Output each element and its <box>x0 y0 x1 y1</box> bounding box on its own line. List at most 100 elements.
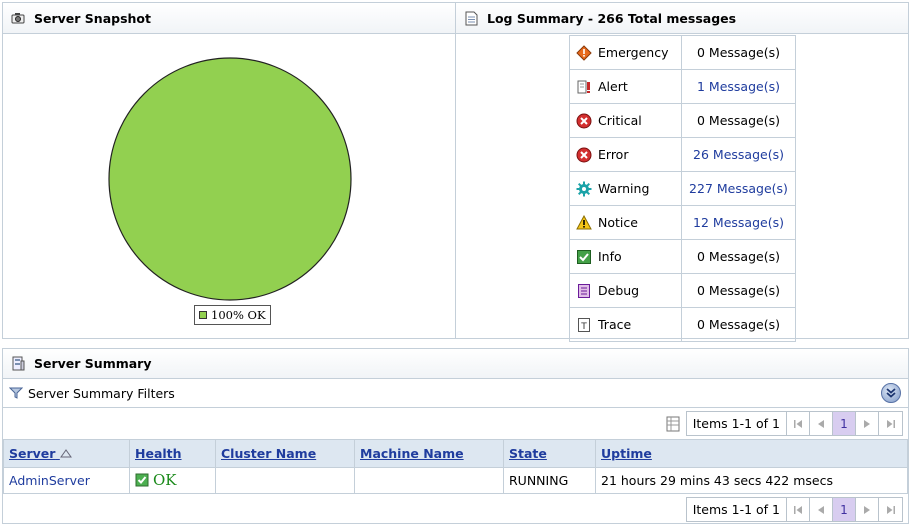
log-level-row: T Trace 0 Message(s) <box>569 307 796 342</box>
log-summary-header: Log Summary - 266 Total messages <box>456 3 908 34</box>
server-icon <box>10 356 26 372</box>
last-page-button[interactable] <box>879 498 902 521</box>
pager-bottom: Items 1-1 of 1 1 <box>685 497 903 522</box>
column-label: State <box>509 446 547 461</box>
prev-page-icon <box>818 505 824 514</box>
log-summary-panel: Log Summary - 266 Total messages Emergen… <box>455 2 909 342</box>
column-header-cluster-name[interactable]: Cluster Name <box>215 439 355 468</box>
log-level-row: Info 0 Message(s) <box>569 239 796 274</box>
log-level-label: Trace <box>598 317 632 332</box>
debug-icon <box>576 283 592 299</box>
server-name[interactable]: AdminServer <box>9 473 90 488</box>
log-level-label: Emergency <box>598 45 669 60</box>
next-page-button[interactable] <box>856 498 879 521</box>
top-pager-row: Items 1-1 of 1 1 <box>3 408 908 439</box>
message-count-link[interactable]: 26 Message(s) <box>693 147 784 162</box>
column-header-state[interactable]: State <box>503 439 596 468</box>
bottom-pager-row: Items 1-1 of 1 1 <box>3 494 908 525</box>
server-snapshot-title: Server Snapshot <box>34 10 151 26</box>
last-page-icon <box>886 419 895 428</box>
last-page-button[interactable] <box>879 412 902 435</box>
log-level-label: Error <box>598 147 629 162</box>
legend-label: 100% OK <box>211 308 266 322</box>
message-count: 0 Message(s) <box>697 249 780 264</box>
server-summary-table: Server Health Cluster Name Machine Name … <box>3 439 908 494</box>
health-pie-chart: 100% OK <box>3 35 455 338</box>
document-icon <box>463 10 479 26</box>
pager-top: Items 1-1 of 1 1 <box>685 411 903 436</box>
expand-filters-button[interactable] <box>881 383 901 403</box>
message-count-link[interactable]: 227 Message(s) <box>689 181 788 196</box>
pie-svg <box>108 57 352 301</box>
prev-page-button[interactable] <box>810 498 833 521</box>
trace-icon: T <box>576 317 592 333</box>
log-level-row: Alert 1 Message(s) <box>569 69 796 104</box>
next-page-button[interactable] <box>856 412 879 435</box>
log-level-row: Warning 227 Message(s) <box>569 171 796 206</box>
log-level-row: Emergency 0 Message(s) <box>569 35 796 70</box>
message-count-link[interactable]: 12 Message(s) <box>693 215 784 230</box>
alert-icon <box>576 79 592 95</box>
error-icon <box>576 147 592 163</box>
last-page-icon <box>886 505 895 514</box>
log-count-debug: 0 Message(s) <box>681 273 796 308</box>
log-level-warning: Warning <box>569 171 682 206</box>
pager-items-label: Items 1-1 of 1 <box>687 412 787 435</box>
critical-icon <box>576 113 592 129</box>
server-summary-title: Server Summary <box>34 356 152 371</box>
notice-icon <box>576 214 592 231</box>
emergency-icon <box>576 44 592 61</box>
column-header-health[interactable]: Health <box>129 439 216 468</box>
cluster-cell <box>215 467 355 494</box>
filter-icon <box>9 387 23 399</box>
log-level-label: Notice <box>598 215 638 230</box>
log-level-notice: Notice <box>569 205 682 240</box>
log-level-debug: Debug <box>569 273 682 308</box>
info-icon <box>576 249 592 265</box>
log-level-label: Info <box>598 249 622 264</box>
log-level-error: Error <box>569 137 682 172</box>
log-summary-title: Log Summary - 266 Total messages <box>487 10 737 26</box>
warning-icon <box>576 181 592 197</box>
first-page-icon <box>794 419 802 428</box>
log-level-label: Debug <box>598 283 640 298</box>
column-header-uptime[interactable]: Uptime <box>595 439 908 468</box>
machine-cell <box>354 467 504 494</box>
prev-page-button[interactable] <box>810 412 833 435</box>
table-icon[interactable] <box>666 416 680 432</box>
page-number-button[interactable]: 1 <box>833 412 856 435</box>
log-count-notice[interactable]: 12 Message(s) <box>681 205 796 240</box>
column-header-server[interactable]: Server <box>3 439 130 468</box>
log-level-label: Alert <box>598 79 628 94</box>
health-cell: OK <box>129 467 216 494</box>
log-count-error[interactable]: 26 Message(s) <box>681 137 796 172</box>
message-count: 0 Message(s) <box>697 283 780 298</box>
first-page-button[interactable] <box>787 412 810 435</box>
server-summary-panel: Server Summary Server Summary Filters It… <box>2 348 909 524</box>
table-row: AdminServer OK RUNNING 21 hours 29 mins … <box>3 467 908 494</box>
column-header-machine-name[interactable]: Machine Name <box>354 439 504 468</box>
log-count-alert[interactable]: 1 Message(s) <box>681 69 796 104</box>
svg-text:T: T <box>580 322 587 332</box>
log-level-row: Error 26 Message(s) <box>569 137 796 172</box>
server-snapshot-header: Server Snapshot <box>3 3 455 34</box>
filters-label: Server Summary Filters <box>28 385 175 401</box>
pager-items-label: Items 1-1 of 1 <box>687 498 787 521</box>
server-snapshot-panel: Server Snapshot 100% OK <box>2 2 456 339</box>
state-cell: RUNNING <box>503 467 596 494</box>
sort-ascending-icon <box>59 449 72 458</box>
prev-page-icon <box>818 419 824 428</box>
log-count-warning[interactable]: 227 Message(s) <box>681 171 796 206</box>
server-name-link[interactable]: AdminServer <box>3 467 130 494</box>
uptime-cell: 21 hours 29 mins 43 secs 422 msecs <box>595 467 908 494</box>
message-count-link[interactable]: 1 Message(s) <box>697 79 780 94</box>
server-summary-filters[interactable]: Server Summary Filters <box>3 379 908 408</box>
pie-legend: 100% OK <box>194 305 271 325</box>
column-label: Health <box>135 446 182 461</box>
message-count: 0 Message(s) <box>697 317 780 332</box>
legend-swatch <box>199 311 207 319</box>
chevron-down-icon <box>886 388 896 398</box>
first-page-button[interactable] <box>787 498 810 521</box>
page-number-button[interactable]: 1 <box>833 498 856 521</box>
log-count-trace: 0 Message(s) <box>681 307 796 342</box>
